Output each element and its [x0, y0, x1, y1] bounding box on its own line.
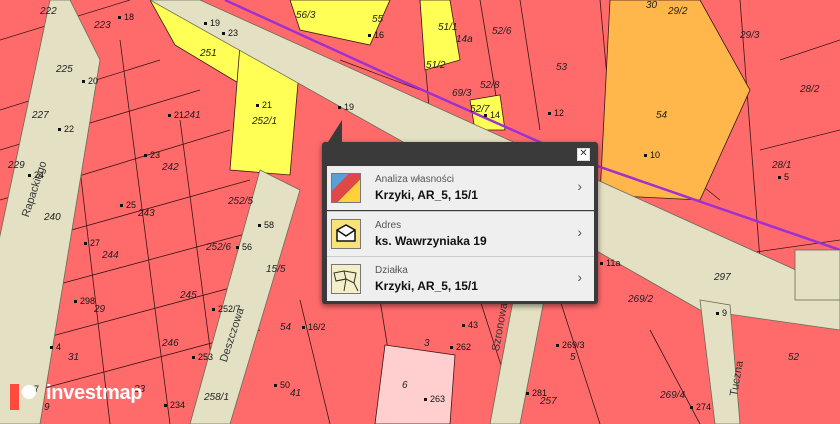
popup-row-label: Analiza własności — [375, 174, 454, 185]
house-number: 10 — [644, 150, 660, 160]
parcel-number: 5 — [570, 352, 576, 363]
parcel-icon — [331, 264, 361, 294]
house-number: 27 — [84, 238, 100, 248]
house-number: 12 — [548, 108, 564, 118]
parcel-number: 246 — [162, 338, 179, 349]
house-number: 20 — [82, 76, 98, 86]
parcel-number: 243 — [138, 208, 155, 219]
parcel-number: 52 — [788, 352, 800, 363]
parcel-number: 51/2 — [426, 60, 446, 71]
map-icon — [331, 173, 361, 203]
popup-row-value: ks. Wawrzyniaka 19 — [375, 234, 487, 248]
parcel-number: 242 — [162, 162, 179, 173]
house-number: 58 — [258, 220, 274, 230]
house-number: 274 — [690, 402, 711, 412]
parcel-number: 240 — [44, 212, 61, 223]
parcel-number: 29/2 — [668, 6, 688, 17]
parcel-number: 52/6 — [492, 26, 512, 37]
house-number: 9 — [716, 308, 727, 318]
parcel-number: 15/5 — [266, 264, 286, 275]
parcel-number: 251 — [200, 48, 217, 59]
parcel-number: 53 — [556, 62, 568, 73]
close-button[interactable]: ✕ — [577, 148, 590, 161]
parcel-number: 3 — [424, 338, 430, 349]
parcel-number: 69/3 — [452, 88, 472, 99]
parcel-number: 56/3 — [296, 10, 316, 21]
parcel-number: 223 — [94, 20, 111, 31]
info-popup: ✕ Analiza własności Krzyki, AR_5, 15/1 ›… — [322, 120, 598, 304]
parcel-number: 28/2 — [800, 84, 820, 95]
popup-row-ownership[interactable]: Analiza własności Krzyki, AR_5, 15/1 › — [327, 166, 594, 210]
house-number: 5 — [778, 172, 789, 182]
house-number: 23 — [144, 150, 160, 160]
house-number: 16/2 — [302, 322, 326, 332]
logo-icon — [10, 384, 36, 410]
parcel-number: 252/5 — [228, 196, 254, 207]
parcel-number: 245 — [180, 290, 197, 301]
house-number: 23 — [222, 28, 238, 38]
parcel-number: 14a — [456, 34, 473, 45]
parcel-number: 30 — [646, 0, 658, 11]
parcel-number: 29/3 — [740, 30, 760, 41]
parcel-number: 244 — [102, 250, 119, 261]
house-number: 25 — [120, 200, 136, 210]
house-number: 253 — [192, 352, 213, 362]
brand-name: investmap — [46, 382, 143, 404]
popup-row-address[interactable]: Adres ks. Wawrzyniaka 19 › — [327, 211, 594, 256]
popup-row-value: Krzyki, AR_5, 15/1 — [375, 188, 478, 202]
parcel-number: 269/2 — [628, 294, 654, 305]
house-number: 21 — [256, 100, 272, 110]
house-number: 262 — [450, 342, 471, 352]
house-number: 4 — [50, 342, 61, 352]
house-number: 50 — [274, 380, 290, 390]
house-number: 19 — [338, 102, 354, 112]
house-number: 18 — [118, 12, 134, 22]
popup-row-label: Działka — [375, 265, 408, 276]
popup-row-value: Krzyki, AR_5, 15/1 — [375, 279, 478, 293]
chevron-right-icon: › — [577, 224, 582, 240]
house-number: 234 — [164, 400, 185, 410]
parcel-number: 252/1 — [252, 116, 278, 127]
parcel-number: 6 — [402, 380, 408, 391]
house-number: 56 — [236, 242, 252, 252]
parcel-number: 51/1 — [438, 22, 458, 33]
house-number: 298 — [74, 296, 95, 306]
parcel-number: 54 — [280, 322, 292, 333]
parcel-number: 29 — [94, 304, 106, 315]
house-number: 263 — [424, 394, 445, 404]
house-number: 43 — [462, 320, 478, 330]
parcel-number: 54 — [656, 110, 668, 121]
parcel-number: 241 — [184, 110, 201, 121]
house-number: 19 — [204, 18, 220, 28]
parcel-number: 297 — [714, 272, 731, 283]
parcel-number: 52/8 — [480, 80, 500, 91]
parcel-number: 41 — [290, 388, 302, 399]
parcel-number: 229 — [8, 160, 25, 171]
house-number: 11a — [600, 258, 620, 268]
house-number: 14 — [484, 110, 500, 120]
parcel-number: 252/6 — [206, 242, 232, 253]
house-number: 21 — [168, 110, 184, 120]
parcel-number: 257 — [540, 396, 557, 407]
popup-row-label: Adres — [375, 220, 402, 231]
parcel-number: 31 — [68, 352, 80, 363]
parcel-number: 222 — [40, 6, 57, 17]
house-number: 269/3 — [556, 340, 585, 350]
chevron-right-icon: › — [577, 269, 582, 285]
house-number: 16 — [368, 30, 384, 40]
house-number: 22 — [58, 124, 74, 134]
popup-pointer — [328, 120, 342, 142]
popup-row-parcel[interactable]: Działka Krzyki, AR_5, 15/1 › — [327, 256, 594, 301]
chevron-right-icon: › — [577, 178, 582, 194]
parcel-number: 227 — [32, 110, 49, 121]
parcel-number: 258/1 — [204, 392, 230, 403]
parcel-number: 225 — [56, 64, 73, 75]
parcel-number: 55 — [372, 14, 384, 25]
envelope-icon — [331, 219, 361, 249]
parcel-number: 269/4 — [660, 390, 686, 401]
parcel-number: 28/1 — [772, 160, 792, 171]
